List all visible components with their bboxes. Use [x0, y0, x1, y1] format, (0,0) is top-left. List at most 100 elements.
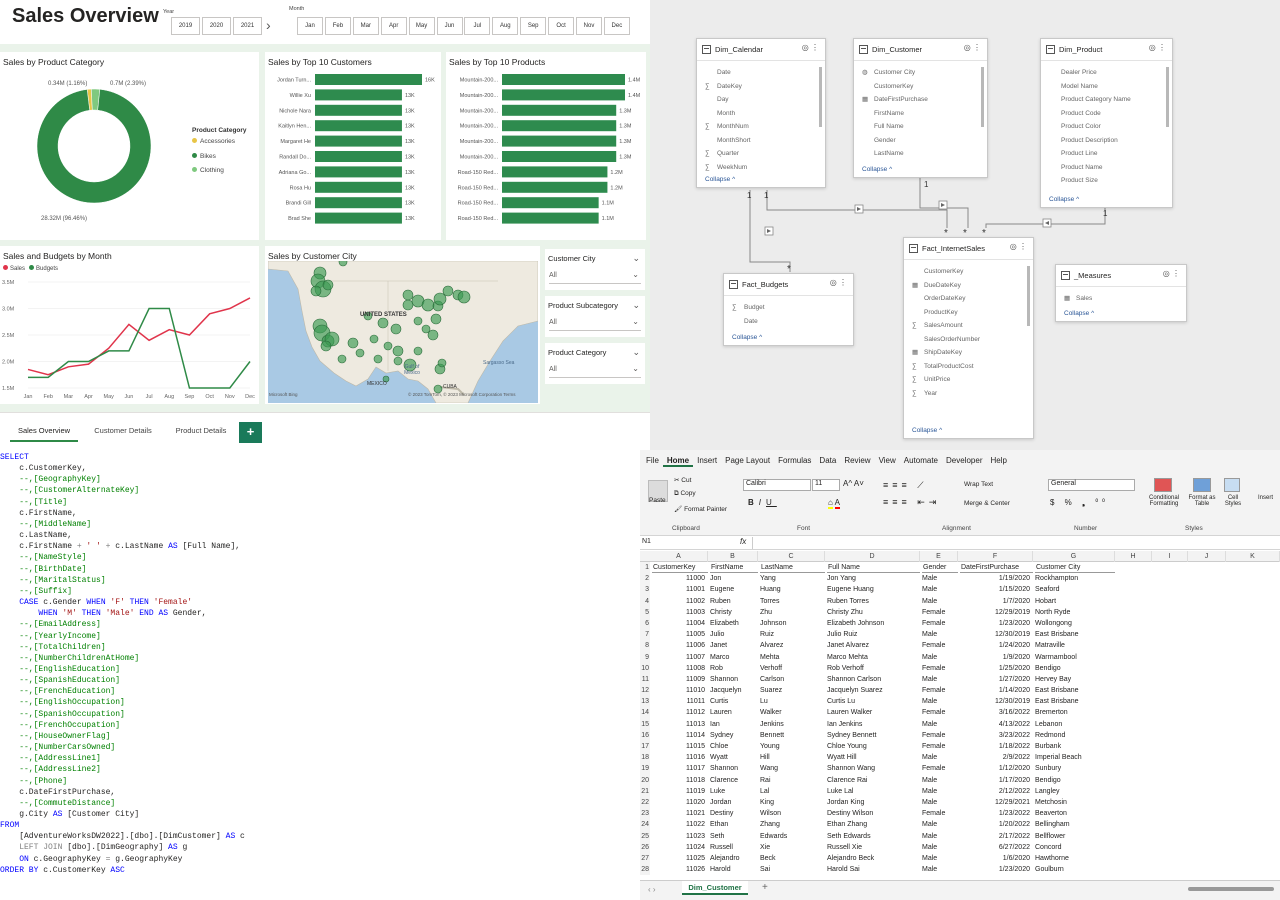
table-row[interactable]: 22 11020 Jordan King Jordan King Male 12/29/20… — [640, 796, 1280, 809]
column-header-0[interactable]: CustomerKey — [652, 562, 708, 574]
column-header-2[interactable]: LastName — [760, 562, 825, 574]
cell[interactable]: 1/20/2022 — [958, 819, 1030, 830]
cell[interactable]: 1/9/2020 — [958, 652, 1030, 663]
eye-more-icon[interactable]: ◎ ⋮ — [830, 278, 847, 287]
cell[interactable]: 1/24/2020 — [958, 640, 1030, 651]
table-row[interactable]: 7 11005 Julio Ruiz Julio Ruiz Male 12/30/2019 E… — [640, 629, 1280, 641]
formula-input[interactable] — [752, 537, 1278, 549]
number-format-select[interactable]: General — [1048, 479, 1135, 491]
cell[interactable]: 1/23/2022 — [958, 808, 1030, 819]
field-product-code[interactable]: Product Code — [1041, 107, 1172, 121]
cell[interactable]: 11024 — [650, 842, 705, 853]
cell[interactable]: 3/16/2022 — [958, 707, 1030, 718]
cell[interactable]: Carlson — [760, 674, 825, 685]
field-day[interactable]: Day — [697, 93, 825, 107]
field-gender[interactable]: Gender — [854, 134, 987, 148]
cell[interactable]: Seaford — [1035, 584, 1115, 595]
cell[interactable]: Luke Lal — [827, 786, 920, 797]
cell[interactable]: Rai — [760, 775, 825, 786]
cell[interactable]: Clarence Rai — [827, 775, 920, 786]
cell[interactable]: Jon Yang — [827, 573, 920, 584]
cell[interactable]: Shannon Wang — [827, 763, 920, 774]
cell[interactable]: Jordan King — [827, 797, 920, 808]
cell[interactable]: 1/14/2020 — [958, 685, 1030, 696]
table-card-fact_budgets[interactable]: Fact_Budgets ◎ ⋮ ∑ Budget Date Collapse ^ — [723, 273, 854, 346]
table-row[interactable]: 25 11023 Seth Edwards Seth Edwards Male 2/17/2… — [640, 830, 1280, 842]
cell[interactable]: Yang — [760, 573, 825, 584]
table-row[interactable]: 8 11006 Janet Alvarez Janet Alvarez Female 1/2… — [640, 640, 1280, 652]
cell[interactable]: Ruben Torres — [827, 596, 920, 607]
fx-icon[interactable]: fx — [740, 537, 746, 546]
cell[interactable]: 11000 — [650, 573, 705, 584]
year-button-2020[interactable]: 2020 — [202, 17, 231, 35]
cell[interactable]: 1/17/2020 — [958, 775, 1030, 786]
cell[interactable]: 11026 — [650, 864, 705, 875]
cell[interactable]: King — [760, 797, 825, 808]
cell[interactable]: Lauren — [710, 707, 758, 718]
format-table-icon[interactable] — [1193, 478, 1211, 492]
cell[interactable]: Lal — [760, 786, 825, 797]
cell[interactable]: 11001 — [650, 584, 705, 595]
cell[interactable]: Female — [922, 663, 958, 674]
cell[interactable]: 11015 — [650, 741, 705, 752]
slicer-dropdown[interactable]: All ⌄ — [549, 363, 641, 378]
number-buttons[interactable]: $ % ❟ ⁰⁰ — [1050, 498, 1109, 508]
worksheet-grid[interactable]: 1 CustomerKey FirstName LastName Full Name Ge… — [640, 562, 1280, 876]
cell[interactable]: Huang — [760, 584, 825, 595]
field-date[interactable]: Date — [724, 315, 853, 329]
table-row[interactable]: 3 11001 Eugene Huang Eugene Huang Male 1/15/20… — [640, 584, 1280, 596]
cell[interactable]: Female — [922, 640, 958, 651]
ribbon-tab-formulas[interactable]: Formulas — [774, 456, 815, 465]
cell[interactable]: Metchosin — [1035, 797, 1115, 808]
cell[interactable]: Torres — [760, 596, 825, 607]
table-row[interactable]: 26 11024 Russell Xie Russell Xie Male 6/27/202… — [640, 841, 1280, 853]
table-card-dim_customer[interactable]: Dim_Customer ◎ ⋮ ◍ Customer City CustomerKey… — [853, 38, 988, 178]
legend-item-sales[interactable]: Sales — [3, 265, 25, 272]
cell[interactable]: Christy — [710, 607, 758, 618]
cell[interactable]: Chloe Young — [827, 741, 920, 752]
cell[interactable]: North Ryde — [1035, 607, 1115, 618]
cell[interactable]: Lebanon — [1035, 719, 1115, 730]
ribbon-tab-help[interactable]: Help — [986, 456, 1010, 465]
column-header-d[interactable]: D — [825, 551, 920, 562]
cell[interactable]: Shannon — [710, 763, 758, 774]
cell[interactable]: Jacquelyn Suarez — [827, 685, 920, 696]
cell[interactable]: Julio — [710, 629, 758, 640]
cell[interactable]: Edwards — [760, 831, 825, 842]
cell[interactable]: 11005 — [650, 629, 705, 640]
month-button-oct[interactable]: Oct — [548, 17, 575, 35]
month-button-feb[interactable]: Feb — [324, 17, 351, 35]
cell[interactable]: Male — [922, 629, 958, 640]
eye-more-icon[interactable]: ◎ ⋮ — [1163, 269, 1180, 278]
cell[interactable]: 11004 — [650, 618, 705, 629]
merge-center-button[interactable]: Merge & Center — [964, 500, 1010, 507]
month-button-jan[interactable]: Jan — [297, 17, 323, 35]
cell[interactable]: Ruben — [710, 596, 758, 607]
field-product-size[interactable]: Product Size — [1041, 174, 1172, 188]
cell[interactable]: 1/25/2020 — [958, 663, 1030, 674]
table-row[interactable]: 12 11010 Jacquelyn Suarez Jacquelyn Suarez Fe… — [640, 685, 1280, 697]
cell[interactable]: Lauren Walker — [827, 707, 920, 718]
cell[interactable]: 3/23/2022 — [958, 730, 1030, 741]
header-row[interactable]: 1 CustomerKey FirstName LastName Full Name Ge… — [640, 562, 1280, 574]
cell[interactable]: Mehta — [760, 652, 825, 663]
cell[interactable]: 11016 — [650, 752, 705, 763]
cell[interactable]: 12/29/2021 — [958, 797, 1030, 808]
cell[interactable]: Bellflower — [1035, 831, 1115, 842]
cell[interactable]: Male — [922, 652, 958, 663]
cell[interactable]: Wyatt Hill — [827, 752, 920, 763]
slicer-product-subcategory[interactable]: Product Subcategory ⌄ All ⌄ — [545, 296, 645, 337]
month-button-aug[interactable]: Aug — [492, 17, 519, 35]
column-header-a[interactable]: A — [650, 551, 708, 562]
cell[interactable]: Concord — [1035, 842, 1115, 853]
legend-item-accessories[interactable]: Accessories — [192, 138, 235, 153]
cell[interactable]: Burbank — [1035, 741, 1115, 752]
eye-more-icon[interactable]: ◎ ⋮ — [1010, 242, 1027, 251]
cell[interactable]: 11002 — [650, 596, 705, 607]
field-salesamount[interactable]: ∑ SalesAmount — [904, 319, 1033, 333]
tab-sales-overview[interactable]: Sales Overview — [10, 422, 78, 442]
cell[interactable]: Redmond — [1035, 730, 1115, 741]
cell[interactable]: Female — [922, 741, 958, 752]
slicer-customer-city[interactable]: Customer City ⌄ All ⌄ — [545, 249, 645, 290]
format-painter-button[interactable]: 🖌 Format Painter — [674, 505, 727, 513]
